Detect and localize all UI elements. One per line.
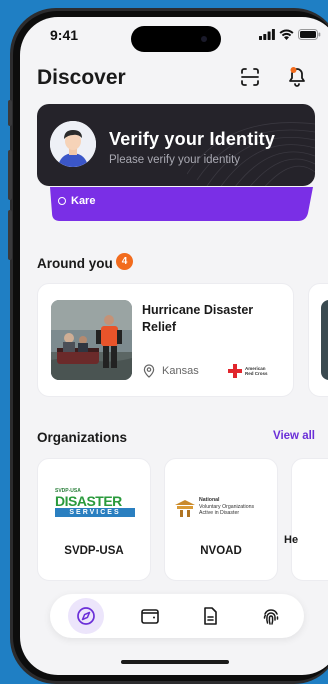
verify-title: Verify your Identity [109, 129, 276, 149]
red-cross-logo-line2: Red Cross [245, 371, 268, 376]
nav-identity[interactable] [253, 598, 289, 634]
bottom-nav [50, 594, 304, 638]
nav-wallet[interactable] [132, 598, 168, 634]
nvoad-logo-line3: Active in Disaster [199, 510, 240, 516]
hurricane-rescue-photo [51, 300, 132, 380]
verify-identity-card[interactable]: Verify your Identity Please verify your … [37, 104, 315, 186]
american-red-cross-logo: American Red Cross [228, 364, 268, 378]
nav-discover[interactable] [68, 598, 104, 634]
org-card-svdp[interactable]: SVDP-USA DISASTER SERVICES SVDP-USA [37, 458, 151, 581]
around-you-count-badge: 4 [116, 253, 133, 270]
event-card-next[interactable] [308, 283, 328, 397]
organizations-title: Organizations [37, 430, 128, 445]
wifi-icon [279, 29, 294, 40]
svdp-logo-sub: SERVICES [55, 508, 135, 517]
document-icon [204, 607, 217, 625]
event-photo-next [321, 300, 328, 380]
notification-bell-icon[interactable] [285, 65, 309, 89]
org-name: SVDP-USA [64, 545, 124, 557]
compass-icon [77, 607, 95, 625]
scan-icon[interactable] [238, 65, 262, 89]
battery-icon [298, 29, 321, 40]
signal-icon [259, 29, 275, 40]
home-indicator [121, 660, 229, 664]
status-bar: 9:41 [20, 17, 328, 53]
nav-documents[interactable] [192, 598, 228, 634]
nvoad-logo-icon [175, 500, 195, 517]
screen: 9:41 Discover Kare Verify your Identity … [20, 17, 328, 675]
user-tag-label: Kare [71, 195, 96, 207]
event-card[interactable]: Hurricane Disaster Relief Kansas America… [37, 283, 294, 397]
view-all-link[interactable]: View all [273, 430, 315, 442]
red-cross-icon [228, 364, 242, 378]
svdp-disaster-logo: SVDP-USA DISASTER SERVICES [55, 489, 135, 519]
wallet-icon [141, 609, 159, 624]
around-you-title: Around you [37, 256, 113, 271]
svdp-logo-main: DISASTER [55, 493, 122, 509]
status-time: 9:41 [50, 27, 79, 43]
org-name-next: He [284, 534, 299, 546]
user-tag: Kare [58, 195, 95, 207]
org-card-nvoad[interactable]: National Voluntary Organizations Active … [164, 458, 278, 581]
event-photo [51, 300, 132, 380]
event-title: Hurricane Disaster Relief [142, 303, 254, 334]
dynamic-island [131, 26, 221, 52]
event-location: Kansas [142, 364, 199, 378]
volume-up-button [8, 150, 12, 200]
event-location-text: Kansas [162, 365, 199, 377]
verify-subtitle: Please verify your identity [109, 154, 241, 166]
user-avatar-icon [50, 121, 96, 167]
location-pin-icon [143, 364, 155, 378]
org-name: NVOAD [200, 545, 242, 557]
user-tag-ring-icon [58, 197, 66, 205]
volume-down-button [8, 210, 12, 260]
avatar [50, 121, 96, 167]
status-icons [259, 29, 321, 40]
page-title: Discover [37, 66, 126, 89]
fingerprint-icon [263, 609, 279, 625]
org-card-next[interactable] [291, 458, 328, 581]
mute-switch [8, 100, 12, 126]
